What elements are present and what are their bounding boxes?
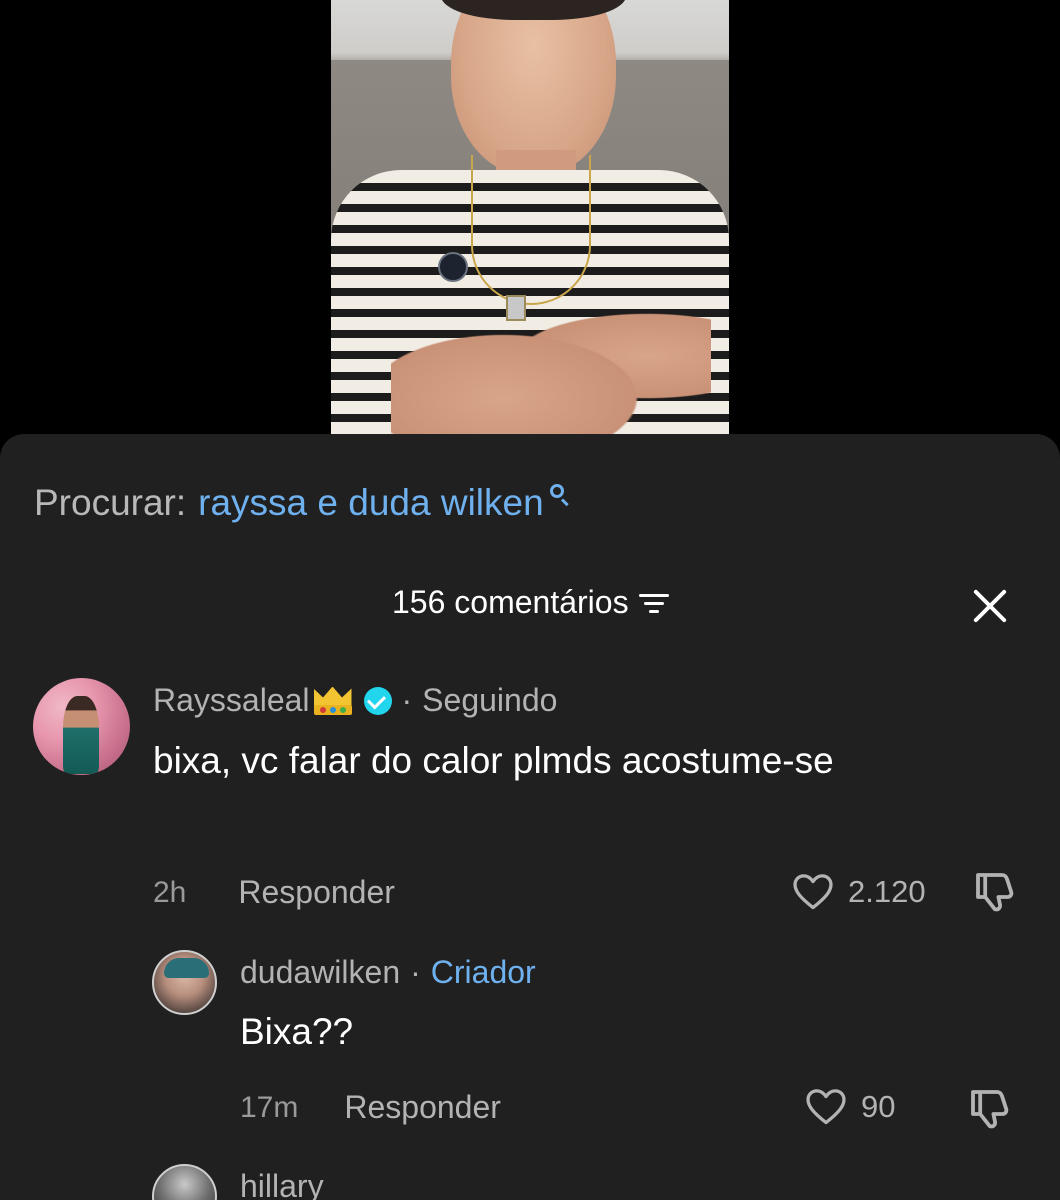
video-person-necklace bbox=[471, 155, 591, 305]
reply-button[interactable]: Responder bbox=[344, 1089, 501, 1126]
separator: · bbox=[410, 954, 421, 990]
comments-header: 156 comentários bbox=[0, 584, 1060, 628]
comment-time: 17m bbox=[240, 1090, 299, 1124]
like-count: 2.120 bbox=[848, 874, 926, 909]
comment-time: 2h bbox=[153, 875, 187, 909]
video-person-face bbox=[451, 0, 616, 175]
comment-text: Bixa?? bbox=[240, 1011, 354, 1052]
search-suggestion[interactable]: Procurar: rayssa e duda wilken bbox=[34, 482, 572, 524]
search-label: Procurar: bbox=[34, 482, 187, 523]
username[interactable]: Rayssaleal bbox=[153, 682, 310, 719]
filter-icon[interactable] bbox=[638, 592, 669, 614]
search-icon[interactable] bbox=[548, 482, 572, 507]
video-person-hands bbox=[391, 300, 711, 440]
comment-count-label: 156 comentários bbox=[392, 584, 629, 620]
crown-icon bbox=[310, 683, 356, 719]
reply-button[interactable]: Responder bbox=[238, 874, 395, 911]
username[interactable]: hillary bbox=[240, 1168, 324, 1200]
comment-meta: 17m Responder bbox=[240, 1089, 501, 1126]
video-area[interactable] bbox=[0, 0, 1060, 440]
video-player[interactable] bbox=[331, 0, 729, 440]
video-shirt-pin bbox=[438, 252, 468, 282]
heart-icon bbox=[793, 874, 833, 910]
comment-text: bixa, vc falar do calor plmds acostume-s… bbox=[153, 740, 834, 781]
comment-author-row: Rayssaleal · Seguindo bbox=[153, 682, 557, 719]
dislike-icon[interactable] bbox=[965, 1084, 1013, 1132]
comment-author-row: hillary bbox=[240, 1168, 324, 1200]
username[interactable]: dudawilken bbox=[240, 954, 400, 991]
close-icon[interactable] bbox=[970, 586, 1010, 626]
like-button[interactable]: 90 bbox=[803, 1085, 895, 1129]
like-count: 90 bbox=[861, 1089, 896, 1124]
separator: · bbox=[401, 682, 413, 718]
like-button[interactable]: 2.120 bbox=[790, 870, 926, 914]
comment-count[interactable]: 156 comentários bbox=[392, 584, 669, 621]
comment-author-row: dudawilken · Criador bbox=[240, 954, 536, 991]
heart-icon bbox=[806, 1089, 846, 1125]
search-query-link[interactable]: rayssa e duda wilken bbox=[198, 482, 544, 524]
dislike-icon[interactable] bbox=[970, 867, 1018, 915]
creator-label: Criador bbox=[430, 954, 536, 990]
comments-sheet: Procurar: rayssa e duda wilken 156 comen… bbox=[0, 434, 1060, 1200]
verified-icon bbox=[363, 686, 392, 715]
comment-meta: 2h Responder bbox=[153, 874, 395, 911]
following-label: Seguindo bbox=[422, 682, 558, 718]
avatar[interactable] bbox=[33, 678, 130, 775]
avatar[interactable] bbox=[152, 950, 217, 1015]
avatar[interactable] bbox=[152, 1164, 217, 1200]
